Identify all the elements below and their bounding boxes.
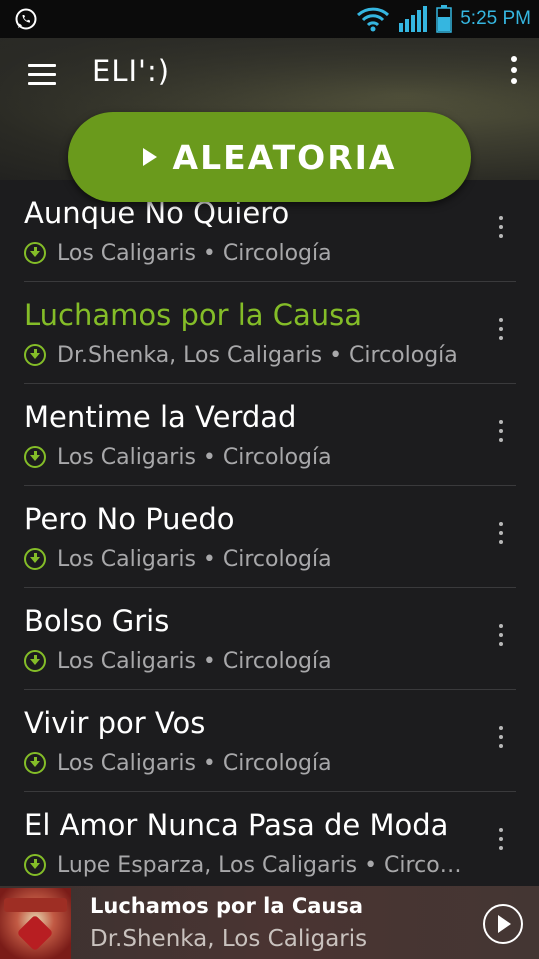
- track-row[interactable]: Pero No Puedo Los Caligaris • Circología: [24, 485, 516, 587]
- track-more-icon[interactable]: [496, 726, 506, 754]
- downloaded-icon: [24, 854, 46, 876]
- shuffle-label: ALEATORIA: [172, 137, 397, 177]
- overflow-menu-icon[interactable]: [507, 56, 521, 96]
- downloaded-icon: [24, 446, 46, 468]
- downloaded-icon: [24, 650, 46, 672]
- track-more-icon[interactable]: [496, 624, 506, 652]
- track-more-icon[interactable]: [496, 216, 506, 244]
- album-cover[interactable]: [0, 888, 71, 959]
- battery-icon: [436, 5, 452, 33]
- track-more-icon[interactable]: [496, 828, 506, 856]
- track-title: Pero No Puedo: [24, 502, 235, 536]
- track-row[interactable]: El Amor Nunca Pasa de Moda Lupe Esparza,…: [24, 791, 516, 893]
- track-subtitle: Los Caligaris • Circología: [57, 546, 332, 572]
- track-row[interactable]: Vivir por Vos Los Caligaris • Circología: [24, 689, 516, 791]
- downloaded-icon: [24, 548, 46, 570]
- track-row-playing[interactable]: Luchamos por la Causa Dr.Shenka, Los Cal…: [24, 281, 516, 383]
- now-playing-title: Luchamos por la Causa: [90, 894, 364, 918]
- downloaded-icon: [24, 242, 46, 264]
- now-playing-artist: Dr.Shenka, Los Caligaris: [90, 926, 368, 952]
- track-subtitle: Los Caligaris • Circología: [57, 444, 332, 470]
- track-title: Vivir por Vos: [24, 706, 206, 740]
- track-subtitle: Dr.Shenka, Los Caligaris • Circología: [57, 342, 458, 368]
- track-title: Bolso Gris: [24, 604, 170, 638]
- track-row[interactable]: Mentime la Verdad Los Caligaris • Circol…: [24, 383, 516, 485]
- track-subtitle: Los Caligaris • Circología: [57, 240, 332, 266]
- play-circle-icon[interactable]: [483, 904, 523, 944]
- now-playing-bar[interactable]: Luchamos por la Causa Dr.Shenka, Los Cal…: [0, 886, 539, 959]
- track-subtitle: Los Caligaris • Circología: [57, 750, 332, 776]
- page-title: ELI':): [92, 54, 171, 88]
- track-more-icon[interactable]: [496, 522, 506, 550]
- track-row[interactable]: Bolso Gris Los Caligaris • Circología: [24, 587, 516, 689]
- track-title: Mentime la Verdad: [24, 400, 297, 434]
- shuffle-play-button[interactable]: ALEATORIA: [68, 112, 471, 202]
- whatsapp-icon: [15, 8, 37, 30]
- hamburger-menu-icon[interactable]: [28, 64, 56, 86]
- play-icon: [142, 148, 157, 166]
- track-list: Aunque No Quiero Los Caligaris • Circolo…: [0, 180, 539, 893]
- downloaded-icon: [24, 344, 46, 366]
- track-title: Luchamos por la Causa: [24, 298, 363, 332]
- status-clock: 5:25 PM: [460, 8, 531, 29]
- track-title: El Amor Nunca Pasa de Moda: [24, 808, 449, 842]
- status-bar: 5:25 PM: [0, 0, 539, 38]
- track-subtitle: Lupe Esparza, Los Caligaris • Circología: [57, 852, 464, 878]
- track-subtitle: Los Caligaris • Circología: [57, 648, 332, 674]
- wifi-icon: [357, 7, 390, 32]
- signal-icon: [399, 6, 428, 32]
- track-more-icon[interactable]: [496, 420, 506, 448]
- track-more-icon[interactable]: [496, 318, 506, 346]
- downloaded-icon: [24, 752, 46, 774]
